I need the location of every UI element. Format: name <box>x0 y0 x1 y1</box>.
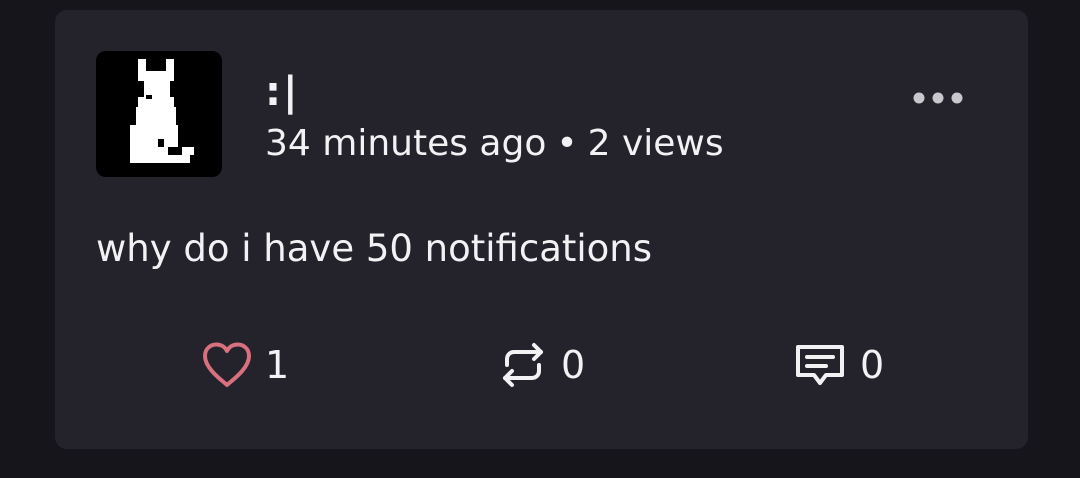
repost-count: 0 <box>561 343 586 387</box>
avatar[interactable] <box>96 51 222 177</box>
timestamp: 34 minutes ago <box>265 123 547 164</box>
comment-button[interactable]: 0 <box>792 337 884 393</box>
cat-avatar-icon <box>96 51 222 177</box>
post-card: :| 34 minutes ago • 2 views why do i have … <box>55 10 1028 449</box>
repost-icon <box>497 339 549 391</box>
heart-icon <box>201 341 253 389</box>
comment-count: 0 <box>860 343 885 387</box>
post-meta: 34 minutes ago • 2 views <box>265 122 724 166</box>
post-header: :| 34 minutes ago • 2 views <box>265 70 724 166</box>
comment-icon <box>792 339 848 391</box>
username[interactable]: :| <box>265 70 724 114</box>
post-body: why do i have 50 notifications <box>96 227 653 270</box>
more-dots-icon <box>913 92 963 104</box>
more-options-button[interactable] <box>911 86 967 110</box>
meta-separator: • <box>556 123 578 164</box>
like-count: 1 <box>265 343 290 387</box>
repost-button[interactable]: 0 <box>497 337 585 393</box>
view-count: 2 views <box>587 123 724 164</box>
like-button[interactable]: 1 <box>201 337 289 393</box>
